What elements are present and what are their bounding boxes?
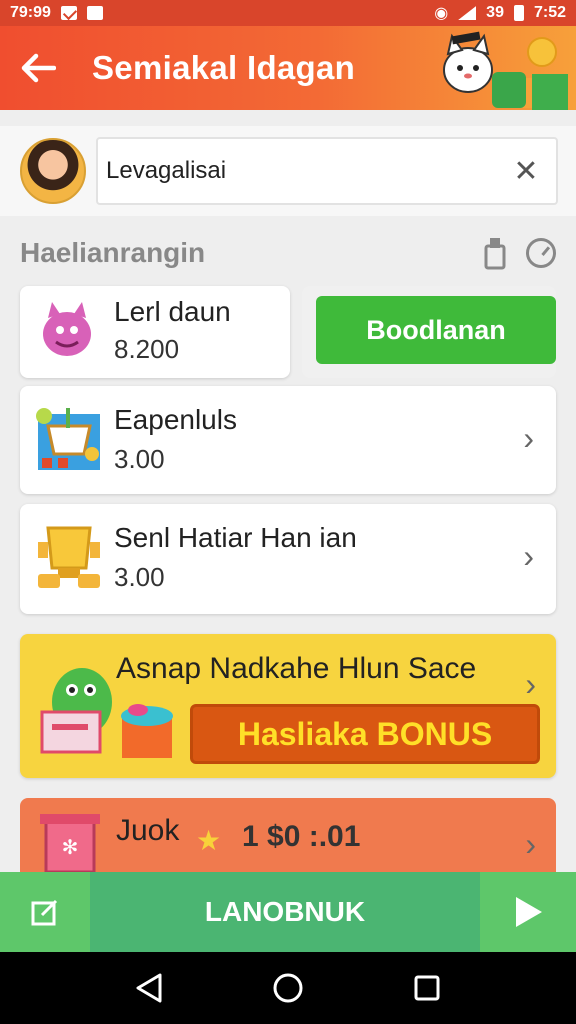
promo2-title: Juok: [116, 814, 180, 847]
monster-icon: [43, 302, 91, 356]
home-circle-icon: [273, 973, 303, 1003]
chevron-right-icon: ›: [525, 826, 536, 862]
buy-area: Boodlanan: [302, 286, 556, 378]
promo-card[interactable]: Asnap Nadkahe Hlun Sace › Hasliaka BONUS: [20, 634, 556, 778]
cat-mascot-icon: [443, 31, 570, 110]
promo2-value: 1 $0 :.01: [242, 820, 361, 853]
clear-button[interactable]: ✕: [506, 154, 546, 189]
search-row: ✕: [0, 126, 576, 216]
star-icon: ★: [196, 825, 222, 856]
list-item[interactable]: Lerl daun 8.200: [20, 286, 290, 378]
chevron-right-icon: ›: [523, 538, 534, 574]
list-item[interactable]: Senl Hatiar Han ian 3.00 ›: [20, 504, 556, 614]
nav-recents-button[interactable]: [407, 968, 447, 1008]
timer-icon[interactable]: [526, 238, 556, 268]
bottom-action-bar: LANOBNUK: [0, 872, 576, 952]
nav-back-button[interactable]: [129, 968, 169, 1008]
navigation-bar: [0, 952, 576, 1024]
chevron-right-icon: ›: [525, 666, 536, 702]
chevron-right-icon: ›: [523, 420, 534, 456]
item-name: Lerl daun: [114, 296, 231, 327]
notification-icon: [86, 6, 103, 20]
back-arrow-icon: [21, 53, 56, 83]
status-bar: 79:99 ◉ 39 7:52: [0, 0, 576, 26]
trophy-icon: [38, 526, 100, 588]
page-title: Semiakal Idagan: [92, 49, 356, 86]
edit-button[interactable]: [0, 872, 90, 952]
search-box[interactable]: ✕: [96, 137, 558, 205]
list-item[interactable]: Eapenluls 3.00 ›: [20, 386, 556, 494]
close-icon: ✕: [513, 154, 539, 188]
search-input[interactable]: [106, 157, 486, 185]
item-name: Eapenluls: [114, 404, 237, 435]
buy-button[interactable]: Boodlanan: [316, 296, 556, 364]
edit-icon: [31, 899, 58, 926]
app-bar: Semiakal Idagan: [0, 26, 576, 110]
bucket-icon: [36, 408, 100, 470]
back-button[interactable]: [8, 38, 68, 98]
mail-icon: [60, 6, 77, 20]
item-price: 3.00: [114, 562, 165, 592]
item-price: 3.00: [114, 444, 165, 474]
svg-text:✻: ✻: [62, 835, 79, 859]
gift-box-icon: ✻: [40, 814, 100, 872]
section-header: Haelianrangin: [0, 228, 576, 278]
status-left: 79:99: [10, 4, 103, 22]
cart-icon[interactable]: [478, 236, 512, 270]
status-time-left: 79:99: [10, 4, 51, 21]
signal-icon: [458, 6, 477, 20]
avatar[interactable]: [20, 138, 86, 204]
item-price: 8.200: [114, 334, 180, 364]
status-right: ◉ 39 7:52: [434, 3, 566, 23]
play-icon: [516, 897, 542, 927]
back-triangle-icon: [136, 973, 162, 1003]
promo-title: Asnap Nadkahe Hlun Sace: [116, 652, 477, 685]
status-mid-right: 39: [486, 4, 504, 21]
nav-home-button[interactable]: [268, 968, 308, 1008]
battery-icon: [513, 5, 524, 21]
launch-button[interactable]: LANOBNUK: [90, 872, 480, 952]
recents-square-icon: [414, 975, 440, 1001]
item-name: Senl Hatiar Han ian: [114, 522, 357, 553]
section-title: Haelianrangin: [20, 237, 206, 268]
bonus-button[interactable]: Hasliaka BONUS: [190, 704, 540, 764]
section-icons: [478, 236, 556, 270]
status-time-right: 7:52: [533, 4, 566, 21]
wifi-icon: ◉: [434, 5, 449, 22]
play-button[interactable]: [480, 872, 576, 952]
